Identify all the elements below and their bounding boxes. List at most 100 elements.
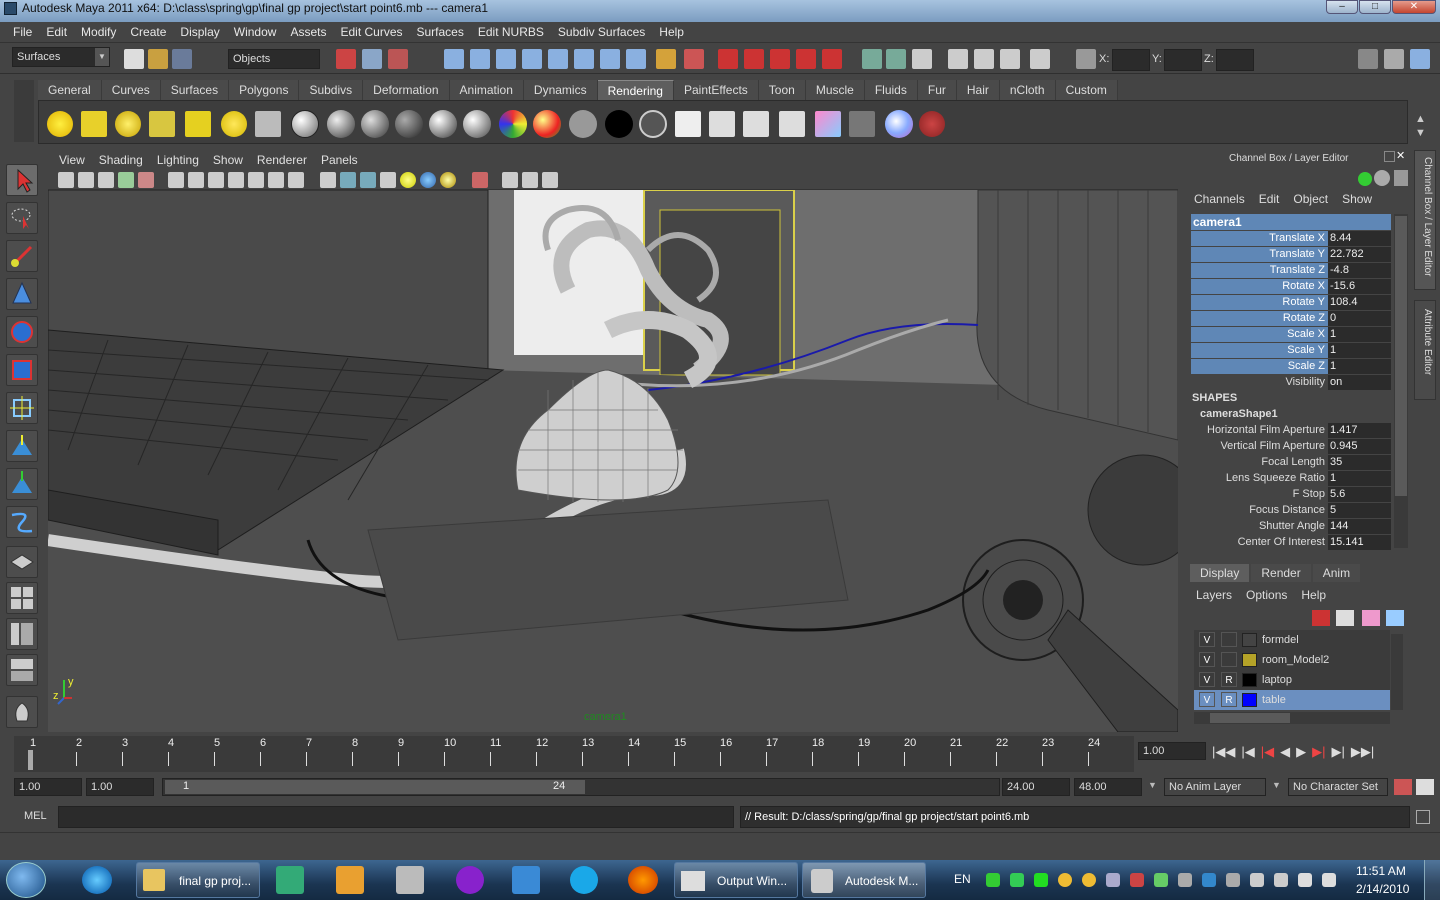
- layer-visibility-toggle[interactable]: V: [1199, 632, 1215, 647]
- menuset-dropdown[interactable]: Surfaces ▼: [12, 47, 110, 67]
- input-ops-icon[interactable]: [862, 49, 882, 69]
- open-scene-icon[interactable]: [148, 49, 168, 69]
- menu-subdiv-surfaces[interactable]: Subdiv Surfaces: [551, 25, 652, 39]
- clock-date[interactable]: 2/14/2010: [1356, 882, 1409, 896]
- isolate-select-icon[interactable]: [472, 172, 488, 188]
- tab-dynamics[interactable]: Dynamics: [523, 80, 598, 100]
- speed-mode-icon[interactable]: [1374, 170, 1390, 186]
- vp-menu-lighting[interactable]: Lighting: [150, 153, 206, 167]
- camera-attributes-icon[interactable]: [78, 172, 94, 188]
- layer-color-swatch[interactable]: [1242, 633, 1257, 647]
- skype-icon[interactable]: [570, 866, 598, 894]
- play-backwards-icon[interactable]: ◀: [1280, 744, 1290, 760]
- layer-type-toggle[interactable]: [1221, 652, 1237, 667]
- image-plane-icon[interactable]: [118, 172, 134, 188]
- mask-dynamics-icon[interactable]: [574, 49, 594, 69]
- playback-end-field[interactable]: 24.00: [1002, 778, 1070, 796]
- mask-curves-icon[interactable]: [496, 49, 516, 69]
- mel-label[interactable]: MEL: [24, 810, 47, 822]
- snap-view-plane-icon[interactable]: [796, 49, 816, 69]
- tab-muscle[interactable]: Muscle: [805, 80, 865, 100]
- menu-edit-curves[interactable]: Edit Curves: [333, 25, 409, 39]
- layer-row-table[interactable]: V Rtable: [1194, 690, 1390, 710]
- make-live-icon[interactable]: [822, 49, 842, 69]
- vp-menu-shading[interactable]: Shading: [92, 153, 150, 167]
- attr-value[interactable]: -4.8: [1328, 263, 1391, 278]
- go-to-start-icon[interactable]: |◀◀: [1212, 744, 1235, 760]
- mental-ray-icon[interactable]: [885, 110, 913, 138]
- layer-row-room-model2[interactable]: Vroom_Model2: [1194, 650, 1390, 670]
- y-field[interactable]: [1164, 49, 1202, 71]
- layout-graph-persp-icon[interactable]: [6, 654, 38, 686]
- step-back-frame-icon[interactable]: |◀: [1261, 744, 1274, 760]
- attr-value[interactable]: on: [1328, 375, 1391, 390]
- clock-time[interactable]: 11:51 AM: [1356, 864, 1406, 878]
- layer-type-toggle[interactable]: R: [1221, 692, 1237, 707]
- menu-display[interactable]: Display: [173, 25, 226, 39]
- anim-layer-chevron-down-icon[interactable]: ▼: [1148, 780, 1157, 790]
- manipulator-mode-icon[interactable]: [1358, 172, 1372, 186]
- output-ops-icon[interactable]: [886, 49, 906, 69]
- tab-deformation[interactable]: Deformation: [363, 80, 450, 100]
- viewport-3d[interactable]: y z camera1: [48, 190, 1178, 732]
- select-tool-icon[interactable]: [6, 164, 38, 196]
- tab-anim-layers[interactable]: Anim: [1312, 564, 1361, 582]
- snap-grid-icon[interactable]: [718, 49, 738, 69]
- attr-translate-x[interactable]: Translate X 8.44: [1191, 231, 1391, 246]
- show-tool-settings-icon[interactable]: [1384, 49, 1404, 69]
- spot-light-icon[interactable]: [149, 111, 175, 137]
- layout-four-panes-icon[interactable]: [6, 582, 38, 614]
- hypershade-shelf-icon[interactable]: [815, 111, 841, 137]
- attr-translate-y[interactable]: Translate Y 22.782: [1191, 247, 1391, 262]
- phonge-shader-icon[interactable]: [463, 110, 491, 138]
- attr-value[interactable]: 144: [1328, 519, 1391, 534]
- mask-surfaces-icon[interactable]: [522, 49, 542, 69]
- tray-flag-icon[interactable]: [1034, 873, 1048, 887]
- attr-focal-length[interactable]: Focal Length 35: [1191, 455, 1391, 470]
- lambert-shader-icon[interactable]: [361, 110, 389, 138]
- layer-type-toggle[interactable]: [1221, 632, 1237, 647]
- ipr-render-icon[interactable]: [974, 49, 994, 69]
- attr-visibility[interactable]: Visibility on: [1191, 375, 1391, 390]
- attr-lens-squeeze-ratio[interactable]: Lens Squeeze Ratio 1: [1191, 471, 1391, 486]
- layer-visibility-toggle[interactable]: V: [1199, 652, 1215, 667]
- animation-preferences-icon[interactable]: [1416, 779, 1434, 795]
- surface-shader-icon[interactable]: [569, 110, 597, 138]
- tab-painteffects[interactable]: PaintEffects: [673, 80, 759, 100]
- messenger-icon[interactable]: [512, 866, 540, 894]
- tab-general[interactable]: General: [38, 80, 102, 100]
- attr-focus-distance[interactable]: Focus Distance 5: [1191, 503, 1391, 518]
- render-current-frame-icon[interactable]: [948, 49, 968, 69]
- tray-skype-icon[interactable]: [1226, 873, 1240, 887]
- menu-edit-nurbs[interactable]: Edit NURBS: [471, 25, 551, 39]
- attr-value[interactable]: -15.6: [1328, 279, 1391, 294]
- tray-display-icon[interactable]: [1106, 873, 1120, 887]
- tray-utorrent-icon[interactable]: [986, 873, 1000, 887]
- shading-map-icon[interactable]: [533, 110, 561, 138]
- mask-misc-icon[interactable]: [626, 49, 646, 69]
- playback-start-field[interactable]: 1.00: [86, 778, 154, 796]
- maximize-button[interactable]: □: [1359, 0, 1391, 14]
- cb-menu-object[interactable]: Object: [1293, 192, 1328, 206]
- attr-value[interactable]: 108.4: [1328, 295, 1391, 310]
- mask-rendering-icon[interactable]: [600, 49, 620, 69]
- layer-type-toggle[interactable]: R: [1221, 672, 1237, 687]
- render-settings-shelf-icon[interactable]: [779, 111, 805, 137]
- attr-horizontal-film-aperture[interactable]: Horizontal Film Aperture 1.417: [1191, 423, 1391, 438]
- yahoo-messenger-icon[interactable]: [456, 866, 484, 894]
- tray-excel-icon[interactable]: [1010, 873, 1024, 887]
- layer-color-swatch[interactable]: [1242, 653, 1257, 667]
- tray-network-icon[interactable]: [1298, 873, 1312, 887]
- shelf-menu-button[interactable]: [14, 80, 34, 142]
- tab-toon[interactable]: Toon: [758, 80, 806, 100]
- books-icon[interactable]: [276, 866, 304, 894]
- layer-row-laptop[interactable]: V Rlaptop: [1194, 670, 1390, 690]
- render-icon[interactable]: [709, 111, 735, 137]
- tab-rendering[interactable]: Rendering: [597, 80, 674, 100]
- paint-select-tool-icon[interactable]: [6, 240, 38, 272]
- textured-icon[interactable]: [380, 172, 396, 188]
- tab-hair[interactable]: Hair: [956, 80, 1000, 100]
- attr-value[interactable]: 8.44: [1328, 231, 1391, 246]
- show-channel-box-icon[interactable]: [1410, 49, 1430, 69]
- tab-subdivs[interactable]: Subdivs: [299, 80, 364, 100]
